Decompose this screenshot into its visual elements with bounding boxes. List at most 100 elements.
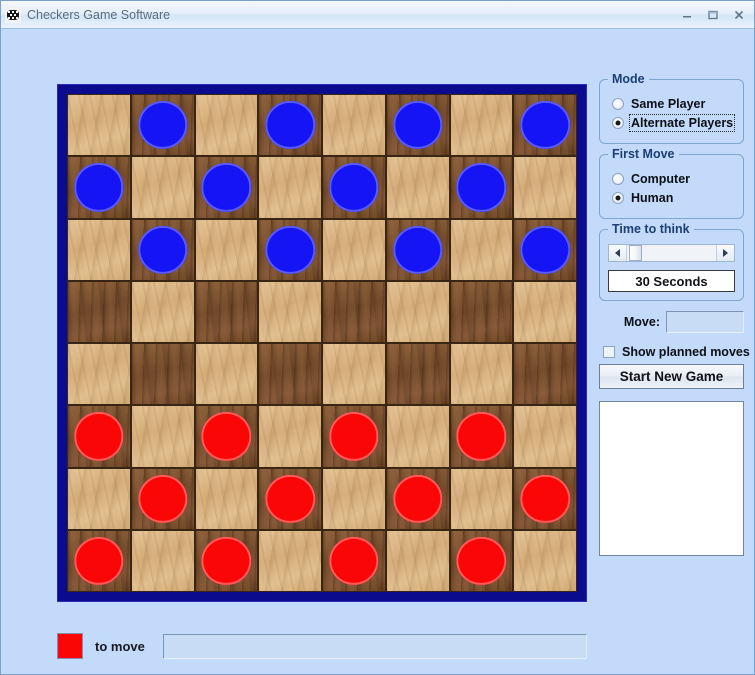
board-square[interactable] (67, 280, 131, 343)
board-square[interactable] (513, 156, 577, 219)
blue-piece[interactable] (201, 163, 252, 212)
board-square[interactable] (513, 280, 577, 343)
red-piece[interactable] (265, 474, 315, 523)
close-button[interactable] (726, 5, 752, 25)
board-square[interactable] (322, 94, 386, 157)
blue-piece[interactable] (456, 163, 507, 212)
board-square[interactable] (449, 343, 514, 406)
board-square[interactable] (513, 467, 577, 530)
slider-thumb[interactable] (628, 245, 642, 261)
board-square[interactable] (67, 343, 131, 406)
board-square[interactable] (67, 467, 131, 530)
board-square[interactable] (513, 218, 577, 281)
blue-piece[interactable] (392, 101, 443, 150)
red-piece[interactable] (329, 536, 379, 585)
maximize-button[interactable] (700, 5, 726, 25)
radio-same-player[interactable]: Same Player (612, 97, 735, 111)
checkerboard[interactable] (67, 94, 577, 592)
board-square[interactable] (194, 94, 259, 157)
board-square[interactable] (513, 343, 577, 406)
board-square[interactable] (67, 156, 131, 219)
board-square[interactable] (258, 218, 322, 281)
board-square[interactable] (385, 156, 450, 219)
slider-track[interactable] (627, 245, 716, 261)
minimize-button[interactable] (674, 5, 700, 25)
board-square[interactable] (130, 529, 195, 592)
board-square[interactable] (258, 280, 322, 343)
show-planned-moves-checkbox-row[interactable]: Show planned moves (603, 345, 750, 359)
board-square[interactable] (322, 529, 386, 592)
board-square[interactable] (130, 280, 195, 343)
board-square[interactable] (258, 94, 322, 157)
board-square[interactable] (385, 467, 450, 530)
board-square[interactable] (194, 218, 259, 281)
board-square[interactable] (67, 218, 131, 281)
board-square[interactable] (258, 156, 322, 219)
red-piece[interactable] (74, 536, 124, 585)
board-square[interactable] (322, 405, 386, 468)
board-square[interactable] (385, 343, 450, 406)
board-square[interactable] (513, 94, 577, 157)
board-square[interactable] (322, 467, 386, 530)
board-square[interactable] (385, 218, 450, 281)
board-square[interactable] (67, 405, 131, 468)
red-piece[interactable] (329, 412, 379, 461)
red-piece[interactable] (456, 536, 507, 585)
start-new-game-button[interactable]: Start New Game (599, 364, 744, 389)
board-square[interactable] (194, 405, 259, 468)
board-square[interactable] (322, 156, 386, 219)
blue-piece[interactable] (329, 163, 379, 212)
board-square[interactable] (513, 529, 577, 592)
red-piece[interactable] (137, 474, 188, 523)
board-square[interactable] (194, 467, 259, 530)
red-piece[interactable] (74, 412, 124, 461)
blue-piece[interactable] (265, 225, 315, 274)
slider-increase-button[interactable] (716, 245, 734, 261)
blue-piece[interactable] (520, 101, 570, 150)
time-to-think-slider[interactable] (608, 244, 735, 262)
board-square[interactable] (449, 218, 514, 281)
red-piece[interactable] (201, 536, 252, 585)
board-square[interactable] (385, 405, 450, 468)
board-square[interactable] (194, 280, 259, 343)
board-square[interactable] (449, 467, 514, 530)
board-square[interactable] (67, 94, 131, 157)
board-square[interactable] (385, 529, 450, 592)
blue-piece[interactable] (392, 225, 443, 274)
radio-alternate-players[interactable]: Alternate Players (612, 114, 736, 132)
red-piece[interactable] (520, 474, 570, 523)
blue-piece[interactable] (137, 225, 188, 274)
move-input[interactable] (666, 311, 744, 333)
blue-piece[interactable] (74, 163, 124, 212)
board-square[interactable] (130, 467, 195, 530)
board-square[interactable] (194, 343, 259, 406)
show-planned-moves-checkbox[interactable] (603, 346, 615, 358)
board-square[interactable] (130, 343, 195, 406)
board-square[interactable] (449, 405, 514, 468)
board-square[interactable] (385, 280, 450, 343)
board-square[interactable] (258, 467, 322, 530)
board-square[interactable] (258, 529, 322, 592)
board-square[interactable] (194, 156, 259, 219)
board-square[interactable] (194, 529, 259, 592)
board-square[interactable] (130, 405, 195, 468)
board-square[interactable] (322, 343, 386, 406)
board-square[interactable] (130, 94, 195, 157)
radio-human[interactable]: Human (612, 191, 735, 205)
board-square[interactable] (449, 529, 514, 592)
board-square[interactable] (385, 94, 450, 157)
board-square[interactable] (258, 343, 322, 406)
board-square[interactable] (449, 280, 514, 343)
slider-decrease-button[interactable] (609, 245, 627, 261)
board-square[interactable] (449, 156, 514, 219)
board-square[interactable] (130, 218, 195, 281)
red-piece[interactable] (201, 412, 252, 461)
board-square[interactable] (322, 280, 386, 343)
board-square[interactable] (258, 405, 322, 468)
board-square[interactable] (322, 218, 386, 281)
board-square[interactable] (513, 405, 577, 468)
blue-piece[interactable] (520, 225, 570, 274)
board-square[interactable] (130, 156, 195, 219)
red-piece[interactable] (456, 412, 507, 461)
blue-piece[interactable] (137, 101, 188, 150)
